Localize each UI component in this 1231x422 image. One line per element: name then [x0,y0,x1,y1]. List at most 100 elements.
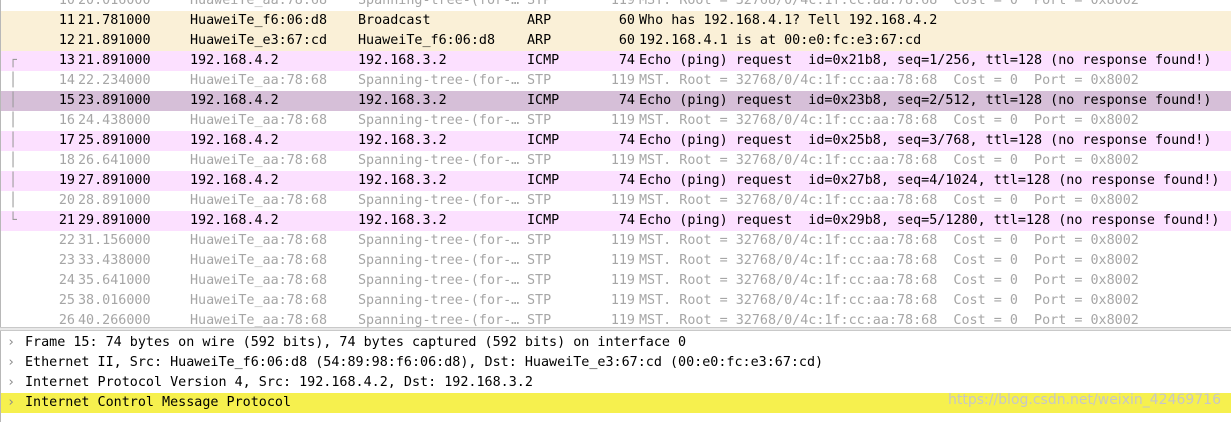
packet-destination: Broadcast [358,13,431,28]
packet-info: MST. Root = 32768/0/4c:1f:cc:aa:78:68 Co… [639,273,1139,288]
packet-details-tree[interactable]: › Frame 15: 74 bytes on wire (592 bits), … [0,331,1231,422]
packet-number: 12 [58,33,75,48]
packet-row[interactable]: │ 17 25.891000 192.168.4.2 192.168.3.2 ICMP 74… [1,131,1231,152]
packet-row[interactable]: └ 21 29.891000 192.168.4.2 192.168.3.2 ICMP 74… [1,211,1231,232]
packet-source: 192.168.4.2 [190,173,279,188]
packet-row[interactable]: 24 35.641000 HuaweiTe_aa:78:68 Spanning-tre… [1,271,1231,291]
packet-source: HuaweiTe_aa:78:68 [190,153,328,168]
packet-length: 119 [610,113,635,128]
packet-protocol: STP [527,293,552,308]
detail-tree-label: Ethernet II, Src: HuaweiTe_f6:06:d8 (54:… [25,355,824,370]
chevron-right-icon[interactable]: › [7,393,19,413]
packet-number: 26 [58,313,75,327]
related-packet-marker: │ [9,113,17,128]
related-packet-marker: │ [9,173,17,188]
chevron-right-icon[interactable]: › [7,353,19,373]
packet-source: 192.168.4.2 [190,133,279,148]
packet-number: 24 [58,273,75,288]
packet-protocol: STP [527,113,552,128]
packet-info: MST. Root = 32768/0/4c:1f:cc:aa:78:68 Co… [639,233,1139,248]
packet-row[interactable]: │ 18 26.641000 HuaweiTe_aa:78:68 Spanning-tr… [1,151,1231,171]
packet-destination: Spanning-tree-(for-… [358,253,520,268]
packet-source: HuaweiTe_f6:06:d8 [190,13,328,28]
packet-info: MST. Root = 32768/0/4c:1f:cc:aa:78:68 Co… [639,153,1139,168]
packet-source: HuaweiTe_aa:78:68 [190,0,328,8]
packet-number: 15 [58,93,75,108]
packet-number: 19 [58,173,75,188]
packet-info: MST. Root = 32768/0/4c:1f:cc:aa:78:68 Co… [639,73,1139,88]
packet-source: HuaweiTe_e3:67:cd [190,33,328,48]
packet-list[interactable]: 10 20.016000 HuaweiTe_aa:78:68 Spanning-tre… [0,0,1231,327]
packet-destination: Spanning-tree-(for-… [358,113,520,128]
packet-length: 119 [610,273,635,288]
packet-source: 192.168.4.2 [190,53,279,68]
watermark: https://blog.csdn.net/weixin_42469716 [947,392,1221,408]
packet-length: 119 [610,253,635,268]
packet-time: 35.641000 [78,273,151,288]
packet-number: 16 [58,113,75,128]
packet-protocol: ICMP [527,173,560,188]
packet-row[interactable]: │ 19 27.891000 192.168.4.2 192.168.3.2 ICMP 74… [1,171,1231,192]
packet-row[interactable]: 23 33.438000 HuaweiTe_aa:78:68 Spanning-tre… [1,251,1231,271]
packet-row[interactable]: │ 14 22.234000 HuaweiTe_aa:78:68 Spanning-tr… [1,71,1231,91]
packet-info: 192.168.4.1 is at 00:e0:fc:e3:67:cd [639,33,922,48]
packet-row[interactable]: 11 21.781000 HuaweiTe_f6:06:d8 Broadcast ARP… [1,11,1231,32]
packet-source: HuaweiTe_aa:78:68 [190,73,328,88]
packet-row[interactable]: 26 40.266000 HuaweiTe_aa:78:68 Spanning-tre… [1,311,1231,327]
packet-protocol: STP [527,193,552,208]
packet-protocol: ICMP [527,213,560,228]
related-packet-marker: └ [9,213,17,228]
packet-time: 26.641000 [78,153,151,168]
packet-number: 13 [58,53,75,68]
packet-destination: Spanning-tree-(for-… [358,273,520,288]
packet-protocol: ICMP [527,133,560,148]
chevron-right-icon[interactable]: › [7,373,19,393]
packet-time: 40.266000 [78,313,151,327]
packet-length: 119 [610,293,635,308]
related-packet-marker: │ [9,193,17,208]
packet-length: 74 [618,93,635,108]
packet-number: 22 [58,233,75,248]
related-packet-marker: ┌ [9,53,17,68]
packet-length: 119 [610,233,635,248]
packet-source: HuaweiTe_aa:78:68 [190,193,328,208]
packet-time: 22.234000 [78,73,151,88]
packet-destination: Spanning-tree-(for-… [358,313,520,327]
packet-number: 17 [58,133,75,148]
related-packet-marker: │ [9,153,17,168]
packet-info: MST. Root = 32768/0/4c:1f:cc:aa:78:68 Co… [639,0,1139,8]
packet-time: 25.891000 [78,133,151,148]
packet-source: HuaweiTe_aa:78:68 [190,233,328,248]
chevron-right-icon[interactable]: › [7,333,19,353]
packet-source: HuaweiTe_aa:78:68 [190,113,328,128]
detail-tree-label: Internet Protocol Version 4, Src: 192.16… [25,375,533,390]
packet-source: 192.168.4.2 [190,213,279,228]
packet-length: 119 [610,193,635,208]
detail-tree-item[interactable]: › Internet Protocol Version 4, Src: 192.1… [1,373,1231,393]
related-packet-marker: │ [9,73,17,88]
packet-row[interactable]: 10 20.016000 HuaweiTe_aa:78:68 Spanning-tre… [1,0,1231,11]
packet-row[interactable]: │ 15 23.891000 192.168.4.2 192.168.3.2 ICMP 74… [1,91,1231,112]
detail-tree-item[interactable]: › Ethernet II, Src: HuaweiTe_f6:06:d8 (54… [1,353,1231,373]
packet-row[interactable]: │ 20 28.891000 HuaweiTe_aa:78:68 Spanning-tr… [1,191,1231,211]
packet-protocol: ARP [527,33,552,48]
packet-destination: 192.168.3.2 [358,133,447,148]
packet-row[interactable]: ┌ 13 21.891000 192.168.4.2 192.168.3.2 ICMP 74… [1,51,1231,72]
detail-tree-item[interactable]: › Frame 15: 74 bytes on wire (592 bits), … [1,333,1231,353]
packet-source: HuaweiTe_aa:78:68 [190,293,328,308]
packet-number: 25 [58,293,75,308]
packet-length: 119 [610,0,635,8]
packet-row[interactable]: 12 21.891000 HuaweiTe_e3:67:cd HuaweiTe_f6:… [1,31,1231,52]
packet-row[interactable]: │ 16 24.438000 HuaweiTe_aa:78:68 Spanning-tr… [1,111,1231,131]
packet-info: MST. Root = 32768/0/4c:1f:cc:aa:78:68 Co… [639,193,1139,208]
packet-destination: Spanning-tree-(for-… [358,293,520,308]
packet-destination: Spanning-tree-(for-… [358,0,520,8]
packet-row[interactable]: 22 31.156000 HuaweiTe_aa:78:68 Spanning-tre… [1,231,1231,251]
packet-protocol: STP [527,73,552,88]
packet-info: MST. Root = 32768/0/4c:1f:cc:aa:78:68 Co… [639,253,1139,268]
packet-row[interactable]: 25 38.016000 HuaweiTe_aa:78:68 Spanning-tre… [1,291,1231,311]
packet-protocol: STP [527,313,552,327]
packet-protocol: ICMP [527,93,560,108]
packet-length: 74 [618,53,635,68]
packet-info: Echo (ping) request id=0x25b8, seq=3/768… [639,133,1212,148]
